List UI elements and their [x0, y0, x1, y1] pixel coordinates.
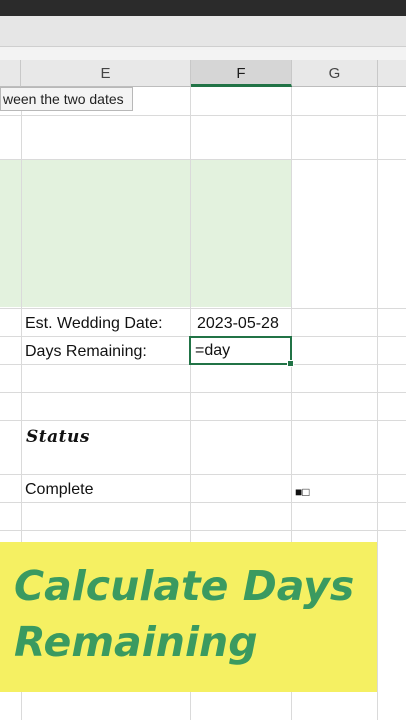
wedding-date-cell[interactable]: 2023-05-28 — [197, 315, 279, 333]
gridline — [0, 502, 406, 503]
column-header-d[interactable] — [0, 60, 21, 87]
banner-line-2: Remaining — [14, 618, 258, 666]
column-header-e[interactable]: E — [21, 60, 191, 87]
column-header-h[interactable] — [378, 60, 406, 87]
gridline — [0, 159, 406, 160]
gridline — [0, 530, 406, 531]
wedding-date-label: Est. Wedding Date: — [25, 315, 163, 332]
complete-label: Complete — [25, 481, 94, 498]
ribbon-bar — [0, 16, 406, 47]
gridline — [0, 392, 406, 393]
gridline — [0, 308, 406, 309]
days-remaining-label: Days Remaining: — [25, 343, 147, 360]
formula-input[interactable]: =day — [195, 342, 230, 360]
column-header-f[interactable]: F — [191, 60, 292, 87]
green-filled-range — [0, 160, 291, 307]
checkbox-icons[interactable]: ■□ — [295, 485, 310, 499]
gridline — [377, 87, 378, 720]
fill-handle[interactable] — [287, 360, 294, 367]
gridline — [0, 474, 406, 475]
status-heading: Status — [26, 427, 90, 447]
formula-gap — [0, 47, 406, 60]
gridline — [0, 420, 406, 421]
title-bar — [0, 0, 406, 16]
gridline — [0, 115, 406, 116]
active-cell[interactable]: =day — [189, 336, 294, 367]
banner-line-1: Calculate Days — [14, 562, 355, 610]
column-header-g[interactable]: G — [292, 60, 378, 87]
spreadsheet-grid[interactable]: ween the two dates Est. Wedding Date: 20… — [0, 87, 406, 720]
title-banner: Calculate Days Remaining — [0, 542, 377, 692]
function-tooltip: ween the two dates — [0, 87, 133, 111]
